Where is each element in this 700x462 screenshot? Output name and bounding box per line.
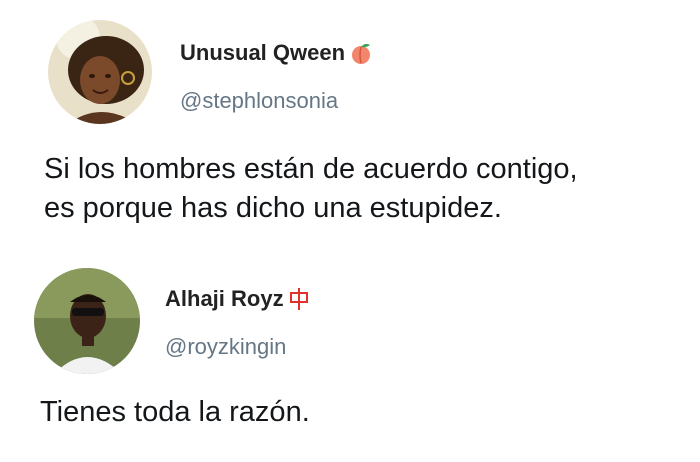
handle-1[interactable]: @stephlonsonia bbox=[180, 88, 338, 114]
display-name-1[interactable]: Unusual Qween bbox=[180, 40, 373, 66]
profile-photo-icon bbox=[34, 268, 140, 374]
display-name-text[interactable]: Unusual Qween bbox=[180, 40, 345, 66]
display-name-2[interactable]: Alhaji Royz bbox=[165, 286, 310, 312]
profile-photo-icon bbox=[48, 20, 152, 124]
chinese-character-icon bbox=[288, 287, 310, 311]
handle-2[interactable]: @royzkingin bbox=[165, 334, 286, 360]
display-name-text[interactable]: Alhaji Royz bbox=[165, 286, 284, 312]
peach-icon bbox=[349, 41, 373, 65]
tweet-text-1: Si los hombres están de acuerdo contigo,… bbox=[44, 153, 578, 224]
tweet-text-2: Tienes toda la razón. bbox=[40, 396, 310, 428]
avatar-alhaji-royz[interactable] bbox=[34, 268, 140, 374]
avatar-unusual-qween[interactable] bbox=[48, 20, 152, 124]
